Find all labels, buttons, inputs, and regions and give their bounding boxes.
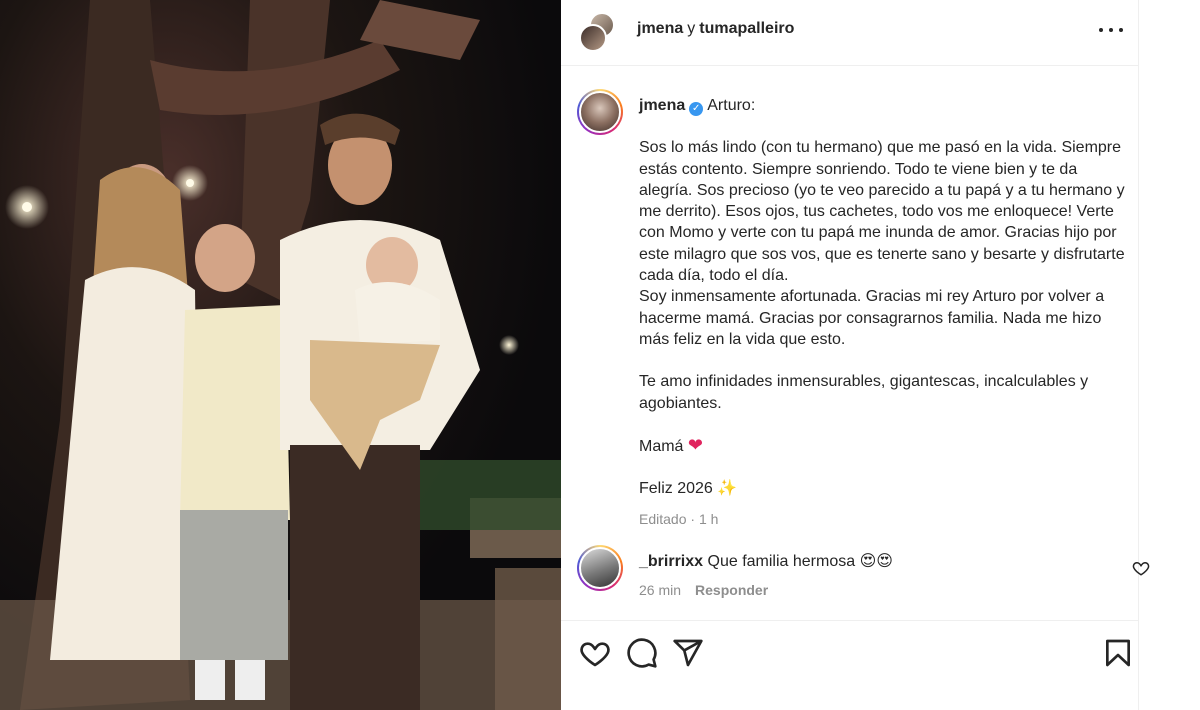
caption-paragraph: Sos lo más lindo (con tu hermano) que me… xyxy=(639,139,1125,348)
comment-body: Que familia hermosa xyxy=(707,553,856,570)
new-year-text: Feliz 2026 xyxy=(639,480,713,498)
post-actions-bar xyxy=(561,620,1139,710)
author-link[interactable]: tumapalleiro xyxy=(699,20,794,37)
comment-icon[interactable] xyxy=(626,637,658,669)
sparkles-emoji: ✨ xyxy=(717,480,738,498)
post-detail-panel: jmena y tumapalleiro jmena ✓ Arturo: Sos lo … xyxy=(561,0,1150,710)
caption-meta: Editado · 1 h xyxy=(639,509,1134,530)
caption-author-avatar[interactable] xyxy=(577,89,623,135)
meta-separator: · xyxy=(690,511,696,528)
red-heart-emoji: ❤ xyxy=(687,434,703,455)
signature-text: Mamá xyxy=(639,437,684,455)
comment-text: _brirrixx Que familia hermosa 😍😍 xyxy=(639,551,893,571)
commenter-username[interactable]: _brirrixx xyxy=(639,553,703,570)
heart-icon[interactable] xyxy=(579,637,611,669)
comment-item: _brirrixx Que familia hermosa 😍😍 26 min R… xyxy=(577,545,1150,615)
author-link[interactable]: jmena xyxy=(637,20,683,37)
verified-badge-icon: ✓ xyxy=(689,102,704,116)
caption-username[interactable]: jmena xyxy=(639,97,685,114)
post-time[interactable]: 1 h xyxy=(699,511,718,527)
bookmark-icon[interactable] xyxy=(1102,637,1134,669)
heart-eyes-emoji: 😍😍 xyxy=(859,553,893,570)
post-authors: jmena y tumapalleiro xyxy=(637,20,794,38)
caption-signature: Mamá ❤ xyxy=(639,435,1134,457)
more-options-icon[interactable] xyxy=(1097,18,1125,42)
post-caption: jmena ✓ Arturo: Sos lo más lindo (con tu h… xyxy=(639,95,1134,531)
post-photo[interactable] xyxy=(0,0,561,710)
reply-button[interactable]: Responder xyxy=(695,582,768,598)
post-header: jmena y tumapalleiro xyxy=(561,0,1139,66)
edited-label: Editado xyxy=(639,511,687,528)
collab-avatars[interactable] xyxy=(579,12,619,52)
comment-time: 26 min xyxy=(639,582,682,598)
share-icon[interactable] xyxy=(672,637,704,669)
commenter-avatar[interactable] xyxy=(577,545,623,591)
comment-meta: 26 min Responder xyxy=(639,582,768,598)
caption-paragraph: Te amo infinidades inmensurables, gigant… xyxy=(639,373,1093,412)
comment-like-heart-icon[interactable] xyxy=(1132,559,1150,577)
family-photo-illustration xyxy=(0,0,561,710)
caption-new-year: Feliz 2026 ✨ xyxy=(639,478,1134,499)
author-connector: y xyxy=(687,20,696,37)
avatar[interactable] xyxy=(579,24,607,52)
caption-greeting: Arturo: xyxy=(707,97,756,114)
